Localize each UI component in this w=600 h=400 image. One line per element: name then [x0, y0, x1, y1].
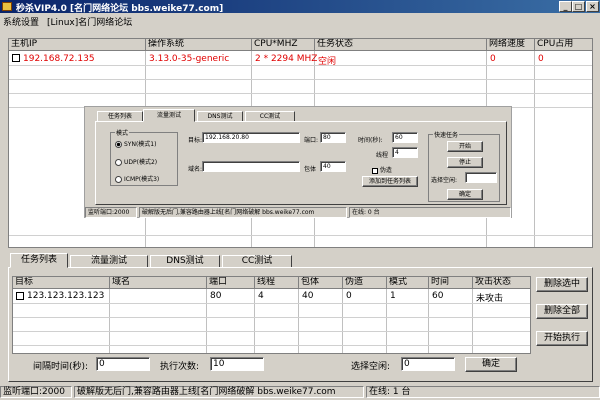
select-idle-input[interactable]: 0: [401, 357, 455, 371]
host-cpu: 2 * 2294 MHZ: [255, 54, 318, 64]
column-header-cpu[interactable]: CPU*MHZ: [252, 39, 315, 51]
task-list-table[interactable]: 目标 域名 端口 线程 包体 伪造 模式 时间 攻击状态 123.123.123…: [12, 276, 531, 354]
status-message: 破解版无后门,兼容路由器上线[名门网络破解 bbs.weike77.com: [74, 386, 364, 398]
host-row-checkbox[interactable]: [12, 53, 20, 62]
embedded-window-preview: 任务列表 流量测试 DNS测试 CC测试 模式 SYN(模式1) UDP(模式2…: [84, 106, 512, 218]
mode-udp-radio[interactable]: UDP(模式2): [115, 157, 157, 166]
task-column-target[interactable]: 目标: [13, 277, 110, 289]
delete-selected-button[interactable]: 删除选中: [536, 277, 588, 292]
tab-task-list[interactable]: 任务列表: [10, 253, 68, 268]
preview-status-online: 在线: 0 台: [349, 207, 511, 218]
task-row-checkbox[interactable]: [16, 291, 24, 300]
preview-stop-button[interactable]: 停止: [447, 157, 483, 168]
delete-all-button[interactable]: 删除全部: [536, 304, 588, 319]
task-attack-status: 未攻击: [476, 294, 504, 304]
preview-thread-label: 线程: [376, 152, 389, 159]
preview-domain-label: 域名:: [188, 166, 203, 173]
preview-fake-checkbox[interactable]: 伪造: [372, 165, 392, 174]
task-port: 80: [210, 291, 222, 301]
status-listen-port: 监听端口:2000: [0, 386, 72, 398]
task-column-domain[interactable]: 域名: [110, 277, 207, 289]
quick-task-title: 快速任务: [433, 130, 460, 139]
preview-port-label: 端口:: [304, 137, 319, 144]
column-header-net-speed[interactable]: 网络速度: [487, 39, 535, 51]
task-thread: 4: [258, 291, 264, 301]
host-net-speed: 0: [490, 54, 496, 64]
mode-group: 模式 SYN(模式1) UDP(模式2) ICMP(模式3): [110, 128, 178, 186]
preview-time-label: 时间(秒):: [358, 137, 383, 144]
task-packet: 40: [302, 291, 314, 301]
mode-group-title: 模式: [115, 128, 130, 137]
task-column-time[interactable]: 时间: [429, 277, 473, 289]
preview-start-button[interactable]: 开始: [447, 141, 483, 152]
mode-icmp-radio[interactable]: ICMP(模式3): [115, 174, 159, 183]
task-column-port[interactable]: 端口: [207, 277, 255, 289]
task-list-panel: 目标 域名 端口 线程 包体 伪造 模式 时间 攻击状态 123.123.123…: [8, 267, 593, 382]
minimize-button[interactable]: _: [559, 1, 572, 12]
column-header-task-status[interactable]: 任务状态: [315, 39, 487, 51]
interval-label: 间隔时间(秒):: [33, 362, 89, 372]
execute-count-input[interactable]: 10: [210, 357, 264, 371]
app-icon: [2, 2, 12, 11]
task-target: 123.123.123.123: [27, 291, 105, 301]
quick-task-group: 快速任务 开始 停止 选择空闲: 确定: [428, 130, 500, 202]
preview-tab-flow-test[interactable]: 流量测试: [143, 109, 195, 122]
interval-input[interactable]: 0: [96, 357, 150, 371]
maximize-button[interactable]: □: [572, 1, 585, 12]
preview-status-text: 破解版无后门,兼容路由器上线[名门网络破解 bbs.weike77.com: [139, 207, 347, 218]
preview-packet-input[interactable]: 40: [320, 161, 346, 172]
menu-linux-forum[interactable]: [Linux]名门网络论坛: [47, 15, 132, 28]
host-row[interactable]: 192.168.72.135 3.13.0-35-generic 2 * 229…: [9, 52, 592, 67]
preview-select-idle-label: 选择空闲:: [431, 177, 458, 184]
execute-count-label: 执行次数:: [160, 362, 200, 372]
host-task-status: 空闲: [318, 57, 337, 67]
preview-packet-label: 包体: [304, 166, 317, 173]
preview-port-input[interactable]: 80: [320, 132, 346, 143]
preview-domain-input[interactable]: [202, 161, 300, 172]
preview-status-port: 监听端口:2000: [85, 207, 137, 218]
preview-add-task-button[interactable]: 添加到任务列表: [362, 176, 418, 187]
host-cpu-usage: 0: [538, 54, 544, 64]
preview-time-input[interactable]: 60: [392, 132, 418, 143]
task-column-attack-status[interactable]: 攻击状态: [473, 277, 530, 289]
close-button[interactable]: ×: [586, 1, 599, 12]
task-time: 60: [432, 291, 444, 301]
column-header-cpu-usage[interactable]: CPU占用: [535, 39, 592, 51]
preview-select-idle-input[interactable]: [465, 172, 497, 183]
column-header-os[interactable]: 操作系统: [146, 39, 252, 51]
preview-confirm-button[interactable]: 确定: [447, 189, 483, 200]
menu-system-settings[interactable]: 系统设置: [3, 15, 39, 28]
preview-target-input[interactable]: 192.168.20.80: [202, 132, 300, 143]
mode-syn-radio[interactable]: SYN(模式1): [115, 139, 156, 148]
select-idle-label: 选择空闲:: [351, 362, 391, 372]
task-fake: 0: [346, 291, 352, 301]
task-mode: 1: [390, 291, 396, 301]
task-row[interactable]: 123.123.123.123 80 4 40 0 1 60 未攻击: [13, 290, 530, 304]
preview-thread-input[interactable]: 4: [392, 147, 418, 158]
confirm-button[interactable]: 确定: [465, 357, 517, 372]
host-ip: 192.168.72.135: [23, 54, 95, 64]
task-column-packet[interactable]: 包体: [299, 277, 343, 289]
task-column-thread[interactable]: 线程: [255, 277, 299, 289]
task-column-mode[interactable]: 模式: [387, 277, 429, 289]
title-bar: 秒杀VIP4.0 [名门网络论坛 bbs.weike77.com] _ □ ×: [0, 0, 600, 14]
preview-target-label: 目标:: [188, 137, 203, 144]
status-online-count: 在线: 1 台: [366, 386, 600, 398]
task-column-fake[interactable]: 伪造: [343, 277, 387, 289]
start-execute-button[interactable]: 开始执行: [536, 331, 588, 346]
host-os: 3.13.0-35-generic: [149, 54, 230, 64]
column-header-host-ip[interactable]: 主机IP: [9, 39, 146, 51]
menu-bar: 系统设置 [Linux]名门网络论坛: [0, 13, 600, 28]
preview-flow-panel: 模式 SYN(模式1) UDP(模式2) ICMP(模式3) 目标: 192.1…: [95, 121, 507, 205]
